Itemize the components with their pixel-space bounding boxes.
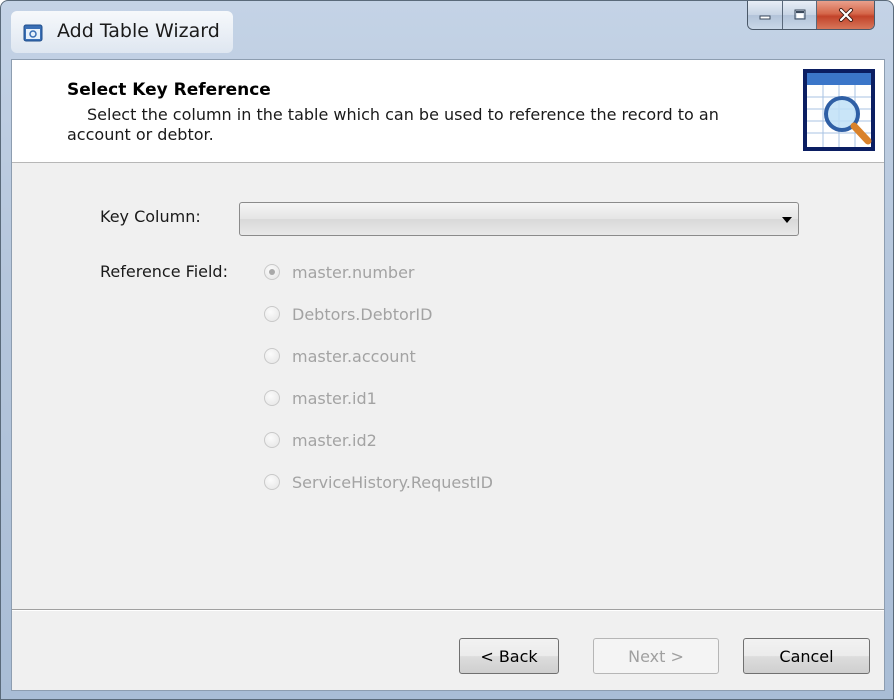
title-bar[interactable]: Add Table Wizard <box>1 1 893 59</box>
radio-master-id1[interactable]: master.id1 <box>264 387 377 409</box>
radio-master-id2[interactable]: master.id2 <box>264 429 377 451</box>
minimize-button[interactable] <box>748 1 782 29</box>
radio-button-icon <box>264 390 280 406</box>
key-column-label: Key Column: <box>100 207 201 226</box>
table-window-icon <box>23 24 43 42</box>
maximize-button[interactable] <box>782 1 816 29</box>
page-title: Select Key Reference <box>67 80 271 100</box>
radio-label: master.number <box>292 262 415 282</box>
radio-button-icon <box>264 432 280 448</box>
radio-label: master.account <box>292 346 416 366</box>
radio-label: master.id2 <box>292 430 377 450</box>
radio-servicehistory-requestid[interactable]: ServiceHistory.RequestID <box>264 471 493 493</box>
caption-buttons <box>747 1 875 30</box>
radio-button-icon <box>264 264 280 280</box>
maximize-icon <box>794 9 805 20</box>
radio-label: master.id1 <box>292 388 377 408</box>
wizard-header: Select Key Reference Select the column i… <box>12 60 884 163</box>
wizard-client-area: Select Key Reference Select the column i… <box>11 59 885 691</box>
page-description: Select the column in the table which can… <box>67 105 719 144</box>
radio-master-number[interactable]: master.number <box>264 261 414 283</box>
radio-label: Debtors.DebtorID <box>292 304 433 324</box>
close-button[interactable] <box>816 1 874 29</box>
radio-label: ServiceHistory.RequestID <box>292 472 493 492</box>
window-title: Add Table Wizard <box>57 20 220 42</box>
dropdown-arrow-icon <box>782 217 792 223</box>
radio-button-icon <box>264 348 280 364</box>
radio-debtors-debtorid[interactable]: Debtors.DebtorID <box>264 303 432 325</box>
radio-button-icon <box>264 474 280 490</box>
close-icon <box>838 8 853 22</box>
table-search-icon <box>803 69 875 151</box>
footer-divider <box>12 609 884 611</box>
cancel-button[interactable]: Cancel <box>743 638 870 674</box>
radio-button-icon <box>264 306 280 322</box>
radio-master-account[interactable]: master.account <box>264 345 416 367</box>
key-column-select[interactable] <box>239 202 799 236</box>
next-button[interactable]: Next > <box>593 638 719 674</box>
back-button[interactable]: < Back <box>459 638 559 674</box>
reference-field-label: Reference Field: <box>100 262 228 281</box>
minimize-icon <box>759 15 771 20</box>
wizard-window: Add Table Wizard Select Key Reference Se… <box>0 0 894 700</box>
